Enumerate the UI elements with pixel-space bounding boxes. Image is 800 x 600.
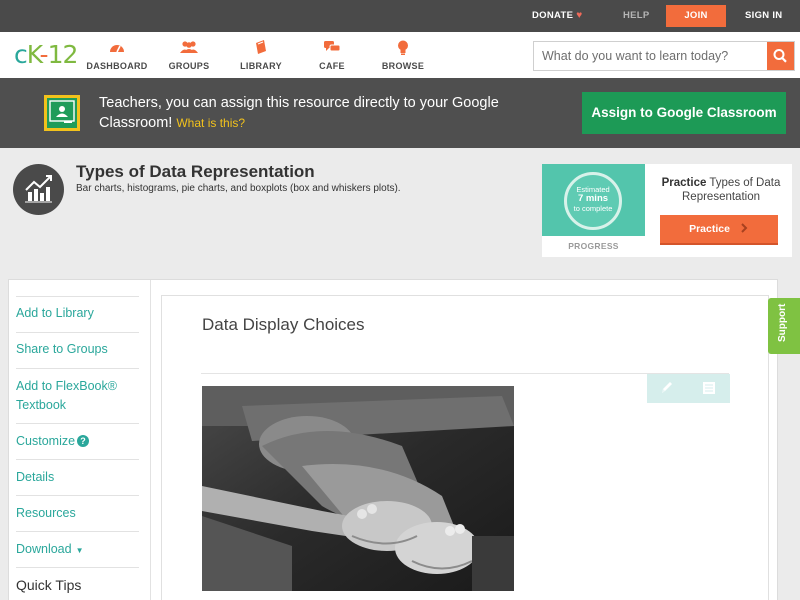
nav-cafe-label: CAFE — [319, 61, 345, 71]
chevron-right-icon — [741, 223, 748, 233]
what-is-this-link[interactable]: What is this? — [176, 116, 245, 130]
donate-label: DONATE — [532, 10, 574, 21]
sidebar-item-quick-tips[interactable]: Quick Tips — [16, 567, 139, 600]
logo-number: 12 — [47, 40, 79, 69]
main-nav: cK-12 DASHBOARD GROUPS LIBRARY CAFE BROW… — [0, 32, 800, 78]
sidebar-item-details[interactable]: Details — [16, 459, 139, 495]
dashboard-icon — [82, 40, 152, 56]
sidebar-item-label: Share to Groups — [16, 342, 108, 356]
sidebar-item-label: Customize — [16, 434, 76, 448]
nav-browse-label: BROWSE — [381, 61, 425, 71]
nav-groups-label: GROUPS — [168, 61, 210, 71]
join-button[interactable]: JOIN — [666, 5, 726, 27]
sidebar-item-label: Add to FlexBook® Textbook — [16, 379, 117, 412]
caret-down-icon: ▼ — [75, 546, 84, 555]
cafe-chat-icon — [297, 40, 367, 56]
content-tools — [647, 374, 730, 403]
sidebar-item-label: Quick Tips — [16, 577, 82, 593]
practice-title: Practice Types of Data Representation — [650, 176, 792, 204]
sidebar-item-customize[interactable]: Customize? — [16, 423, 139, 459]
library-icon — [226, 40, 296, 56]
search-input[interactable] — [534, 42, 768, 70]
nav-dashboard-label: DASHBOARD — [86, 61, 148, 71]
content-title: Data Display Choices — [202, 315, 365, 334]
sidebar-item-add-to-library[interactable]: Add to Library — [16, 296, 139, 332]
classroom-message-text: Teachers, you can assign this resource d… — [99, 95, 499, 131]
practice-card: Estimated 7 mins to complete PROGRESS Pr… — [542, 164, 792, 257]
practice-button-label: Practice — [689, 223, 730, 235]
google-classroom-banner: Teachers, you can assign this resource d… — [0, 78, 800, 148]
sidebar-item-label: Add to Library — [16, 306, 94, 320]
logo-k: K — [26, 40, 41, 69]
concept-subtitle: Bar charts, histograms, pie charts, and … — [76, 183, 401, 194]
google-classroom-icon — [44, 95, 80, 131]
sidebar: Add to Library Share to Groups Add to Fl… — [9, 280, 151, 600]
practice-button[interactable]: Practice — [660, 215, 778, 245]
chart-trend-icon — [13, 164, 64, 215]
sidebar-item-resources[interactable]: Resources — [16, 495, 139, 531]
sidebar-item-download[interactable]: Download ▼ — [16, 531, 139, 567]
nav-library-label: LIBRARY — [240, 61, 282, 71]
nav-dashboard[interactable]: DASHBOARD — [82, 40, 152, 71]
lightbulb-icon — [368, 40, 438, 56]
progress-minutes: 7 mins — [577, 193, 609, 204]
pencil-icon[interactable] — [659, 380, 673, 399]
sidebar-item-label: Details — [16, 470, 55, 484]
nav-groups[interactable]: GROUPS — [154, 40, 224, 71]
sidebar-item-share-to-groups[interactable]: Share to Groups — [16, 332, 139, 368]
support-tab[interactable]: Support — [768, 298, 800, 354]
notes-icon[interactable] — [701, 380, 717, 399]
nav-cafe[interactable]: CAFE — [297, 40, 367, 71]
content-photo — [202, 386, 514, 591]
concept-title: Types of Data Representation — [76, 162, 315, 181]
search-box — [533, 41, 795, 71]
sidebar-item-label: Download — [16, 542, 72, 556]
search-button[interactable] — [767, 42, 794, 70]
nav-library[interactable]: LIBRARY — [226, 40, 296, 71]
heart-icon: ♥ — [576, 10, 583, 21]
groups-icon — [154, 40, 224, 56]
logo-dash: - — [39, 40, 49, 69]
nav-browse[interactable]: BROWSE — [368, 40, 438, 71]
classroom-message: Teachers, you can assign this resource d… — [99, 93, 539, 133]
sign-in-link[interactable]: SIGN IN — [745, 0, 782, 32]
ck12-logo[interactable]: cK-12 — [14, 40, 79, 69]
sidebar-item-add-to-flexbook[interactable]: Add to FlexBook® Textbook — [16, 368, 139, 423]
support-label: Support — [777, 303, 788, 342]
help-link[interactable]: HELP — [623, 0, 650, 32]
search-icon — [773, 49, 787, 63]
progress-graphic: Estimated 7 mins to complete — [542, 164, 645, 236]
help-icon[interactable]: ? — [77, 435, 90, 447]
logo-c: c — [14, 40, 28, 69]
progress-label: PROGRESS — [568, 241, 619, 251]
practice-title-bold: Practice — [661, 177, 707, 189]
assign-to-google-classroom-button[interactable]: Assign to Google Classroom — [582, 92, 786, 134]
progress-to-complete-label: to complete — [573, 204, 613, 213]
progress-estimate-circle: Estimated 7 mins to complete — [564, 172, 622, 230]
top-bar: DONATE ♥ HELP JOIN SIGN IN — [0, 0, 800, 32]
sidebar-item-label: Resources — [16, 506, 76, 520]
donate-link[interactable]: DONATE ♥ — [532, 0, 582, 32]
